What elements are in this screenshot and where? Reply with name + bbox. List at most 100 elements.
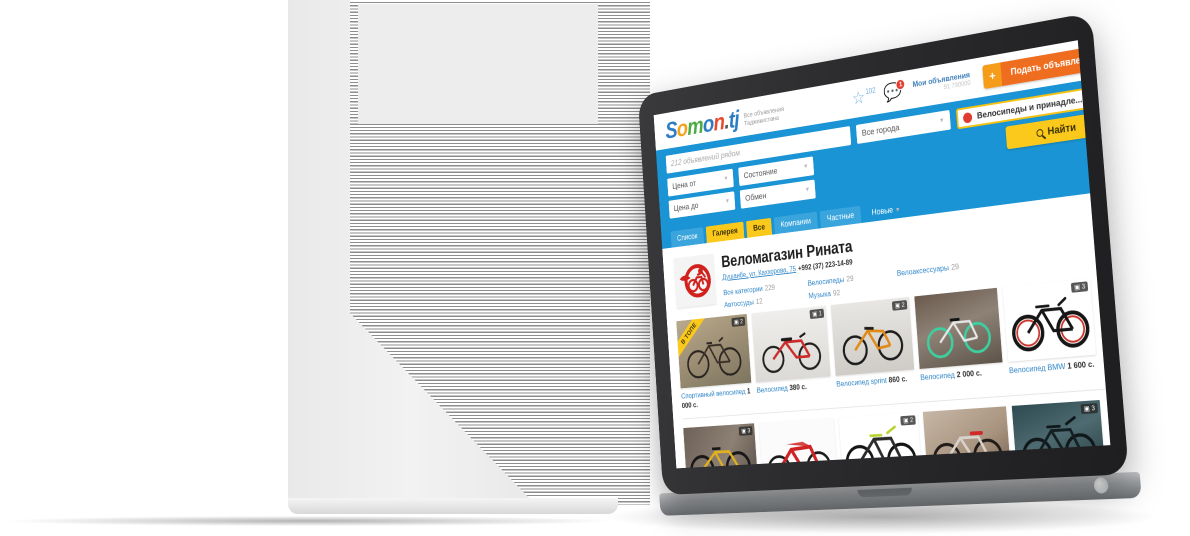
my-ads-link[interactable]: Мои объявления 91 790000 <box>912 70 971 98</box>
product-card[interactable]: ☆ <box>922 406 1012 469</box>
product-title[interactable]: Спортивный велосипед <box>681 387 746 401</box>
product-thumbnail[interactable]: ▣ 3 ☆ <box>1011 400 1106 469</box>
product-price: 860 с. <box>888 373 908 385</box>
laptop-lid: Somon.tj Все объявления Таджикистана ☆ 1… <box>637 12 1129 495</box>
star-icon: ☆ <box>851 87 866 109</box>
price-from-value: Цена от <box>672 178 697 192</box>
favorites-count: 102 <box>865 85 876 96</box>
store-category-all-count: 229 <box>764 282 776 293</box>
product-thumbnail[interactable]: ☆ <box>922 406 1012 469</box>
chevron-down-icon: ▼ <box>723 175 729 183</box>
product-thumbnail[interactable]: ▣ 2 <box>830 296 915 376</box>
header-spacer <box>802 101 844 108</box>
photo-count: 2 <box>901 301 905 309</box>
favorite-star-icon[interactable]: ☆ <box>1092 462 1102 469</box>
store-category-bicycles-count: 29 <box>846 273 854 284</box>
bicycle-photo <box>914 288 1002 369</box>
product-price: 2 000 с. <box>956 367 983 380</box>
price-filters: Цена от ▼ Цена до ▼ <box>667 168 736 219</box>
condition-value: Состояние <box>743 166 778 182</box>
photo-count: 2 <box>909 416 914 424</box>
store-category-bicycles-label[interactable]: Велосипеды <box>807 275 844 288</box>
product-card[interactable]: Велосипед 2 000 с. <box>914 287 1004 383</box>
post-ad-button[interactable]: + Подать объявление <box>982 43 1107 89</box>
photo-count: 3 <box>1091 404 1096 413</box>
product-thumbnail[interactable] <box>758 418 839 469</box>
chevron-down-icon: ▼ <box>938 117 945 125</box>
product-info: Велосипед 2 000 с. <box>920 366 1004 383</box>
product-card[interactable]: ▣ 3 <box>683 423 759 469</box>
cyclist-emblem-icon <box>677 258 712 303</box>
store-category-music-label[interactable]: Музыка <box>808 289 831 300</box>
store-category-autoloans-label[interactable]: Автоссуды <box>724 297 754 309</box>
chevron-down-icon: ▼ <box>894 206 901 214</box>
post-ad-label: Подать объявление <box>1000 43 1107 86</box>
store-logo <box>673 253 717 309</box>
photo-count: 1 <box>818 310 822 317</box>
favorites-button[interactable]: ☆ 102 <box>851 85 876 109</box>
photo-count-badge: ▣ 3 <box>1071 281 1089 293</box>
store-category-autoloans-count: 12 <box>755 296 763 306</box>
bicycle-photo <box>923 406 1012 468</box>
product-info: Велосипед BMW 1 600 с. <box>1009 359 1098 377</box>
magnifier-icon <box>1036 128 1044 138</box>
product-thumbnail[interactable]: В ТОПЕ ▣ 2 <box>676 313 752 389</box>
logo-tagline: Все объявления Таджикистана <box>743 103 796 132</box>
laptop-mockup: Somon.tj Все объявления Таджикистана ☆ 1… <box>637 6 1170 536</box>
store-category-all-label[interactable]: Все категории <box>723 284 763 297</box>
webpage: Somon.tj Все объявления Таджикистана ☆ 1… <box>653 40 1111 469</box>
bicycle-photo <box>759 418 838 468</box>
photo-count-badge: ▣ 3 <box>1080 403 1098 415</box>
sort-label: Новые <box>871 205 894 218</box>
photo-count-badge: ▣ 2 <box>892 300 908 311</box>
product-title[interactable]: Велосипед BMW <box>1009 361 1066 375</box>
chevron-down-icon: ▼ <box>803 163 809 171</box>
product-title[interactable]: Велосипед <box>756 383 788 394</box>
photo-count: 2 <box>739 318 744 325</box>
tab-all[interactable]: Все <box>746 217 772 238</box>
scene: Somon.tj Все объявления Таджикистана ☆ 1… <box>0 0 1190 536</box>
product-card[interactable]: ▣ 3 ☆ <box>1011 400 1106 469</box>
camera-icon: ▣ <box>894 302 901 310</box>
plus-icon: + <box>982 61 1003 89</box>
store-category-accessories-count: 29 <box>950 261 960 272</box>
product-thumbnail[interactable] <box>914 287 1003 369</box>
product-card[interactable]: В ТОПЕ ▣ 2 Спортивный велосипед 1 000 с. <box>676 313 752 411</box>
camera-icon: ▣ <box>812 311 818 318</box>
product-title[interactable]: Велосипед sprint <box>836 375 887 388</box>
camera-icon: ▣ <box>903 417 909 425</box>
product-thumbnail[interactable]: ▣ 1 <box>751 305 831 383</box>
product-thumbnail[interactable]: ▣ 2 <box>838 412 923 469</box>
exchange-value: Обмен <box>744 191 767 204</box>
laptop-screen: Somon.tj Все объявления Таджикистана ☆ 1… <box>653 40 1111 469</box>
product-card[interactable]: ▣ 2 Велосипед sprint 860 с. <box>830 296 915 389</box>
camera-icon: ▣ <box>733 319 739 326</box>
city-select-value: Все города <box>861 122 900 139</box>
product-thumbnail[interactable]: ▣ 3 <box>683 423 759 469</box>
product-thumbnail[interactable]: ▣ 3 <box>1002 278 1096 362</box>
price-to-value: Цена до <box>673 200 699 214</box>
product-row-2: ▣ 3 ▣ 2 ▣ 3 <box>683 398 1110 469</box>
chevron-down-icon: ▼ <box>724 198 731 205</box>
photo-count-badge: ▣ 2 <box>900 415 916 426</box>
logo-wordmark: Somon.tj <box>664 105 740 144</box>
favorite-star-icon[interactable]: ☆ <box>999 466 1008 468</box>
product-price: 380 с. <box>789 381 807 393</box>
photo-count-badge: ▣ 1 <box>809 308 825 320</box>
store-category-accessories-label[interactable]: Велоаксессуары <box>897 263 950 278</box>
camera-icon: ▣ <box>741 428 747 435</box>
product-card[interactable]: ▣ 1 Велосипед 380 с. <box>751 305 832 396</box>
photo-count: 3 <box>1081 283 1086 291</box>
photo-count-badge: ▣ 2 <box>731 316 746 327</box>
product-info: Велосипед 380 с. <box>756 380 831 396</box>
product-card[interactable]: ▣ 2 <box>838 412 923 469</box>
price-to-select[interactable]: Цена до ▼ <box>668 191 736 219</box>
store-category-music-count: 92 <box>832 287 841 298</box>
product-info: Велосипед sprint 860 с. <box>836 373 915 389</box>
photo-count: 3 <box>747 427 751 434</box>
product-title[interactable]: Велосипед <box>920 370 955 382</box>
messages-button[interactable]: 💬 1 <box>883 77 906 103</box>
product-card[interactable] <box>758 418 839 469</box>
product-card[interactable]: ▣ 3 Велосипед BMW 1 600 с. <box>1002 278 1098 377</box>
search-button-label: Найти <box>1047 121 1077 138</box>
